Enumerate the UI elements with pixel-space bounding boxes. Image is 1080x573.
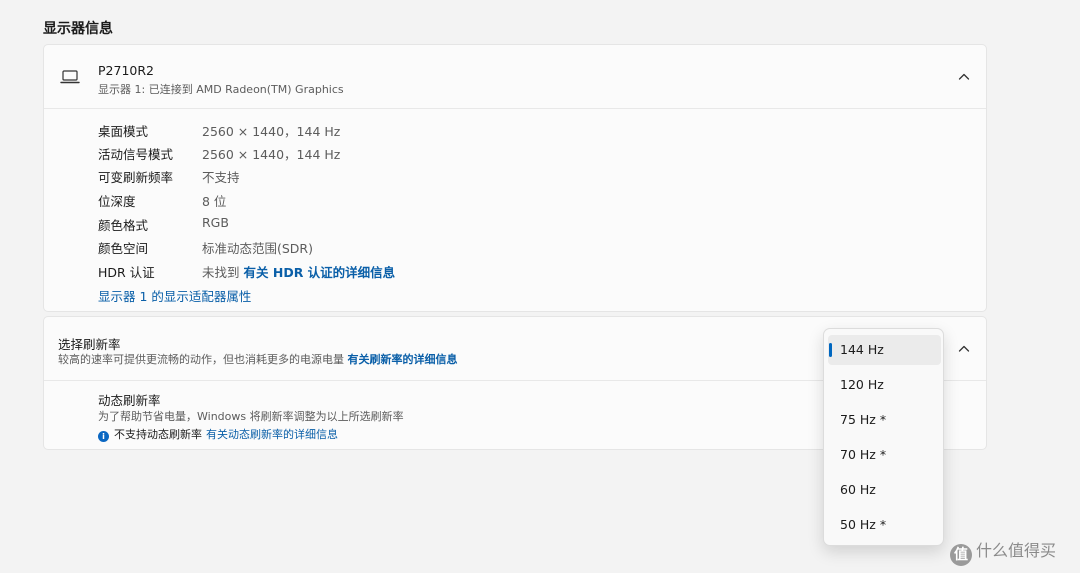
refresh-rate-dropdown[interactable]: 144 Hz 120 Hz 75 Hz * 70 Hz * 60 Hz 50 H… [823,328,944,546]
option-label: 50 Hz * [840,517,887,532]
info-label: HDR 认证 [98,265,155,280]
info-value: 2560 × 1440，144 Hz [202,147,341,162]
info-value: RGB [202,215,229,230]
option-label: 120 Hz [840,377,884,392]
device-name: P2710R2 [98,63,154,78]
hdr-status: 未找到 [202,265,240,280]
watermark-text: 什么值得买 [976,541,1057,560]
dynamic-refresh-subtitle: 为了帮助节省电量，Windows 将刷新率调整为以上所选刷新率 [98,410,404,423]
refresh-rate-details-link[interactable]: 有关刷新率的详细信息 [348,353,458,366]
refresh-option-120[interactable]: 120 Hz [828,370,941,400]
option-label: 70 Hz * [840,447,887,462]
selection-indicator [829,343,832,357]
info-value: 2560 × 1440，144 Hz [202,124,341,139]
info-label: 活动信号模式 [98,147,174,162]
laptop-monitor-icon [60,70,80,84]
refresh-option-50[interactable]: 50 Hz * [828,510,941,540]
refresh-rate-desc: 较高的速率可提供更流畅的动作，但也消耗更多的电源电量 [58,353,344,366]
adapter-properties-link[interactable]: 显示器 1 的显示适配器属性 [98,286,251,305]
info-label: 颜色格式 [98,218,149,233]
option-label: 144 Hz [840,342,884,357]
info-value: 不支持 [202,170,240,185]
refresh-rate-subtitle: 较高的速率可提供更流畅的动作，但也消耗更多的电源电量 有关刷新率的详细信息 [58,351,458,367]
info-value: 标准动态范围(SDR) [202,241,313,256]
chevron-up-icon[interactable] [956,341,972,357]
info-label: 桌面模式 [98,124,149,139]
info-icon: i [98,431,109,442]
dynamic-unsupported-text: 不支持动态刷新率 [114,428,202,441]
section-title: 显示器信息 [43,21,113,37]
chevron-up-icon[interactable] [956,69,972,85]
refresh-option-75[interactable]: 75 Hz * [828,405,941,435]
info-label: 可变刷新频率 [98,170,174,185]
info-value: 未找到 有关 HDR 认证的详细信息 [202,262,395,281]
watermark-logo-icon: 值 [950,544,972,566]
info-value: 8 位 [202,194,227,209]
dynamic-refresh-details-link[interactable]: 有关动态刷新率的详细信息 [206,428,338,441]
info-label: 颜色空间 [98,241,149,256]
info-label: 位深度 [98,194,136,209]
watermark: 值什么值得买 [950,537,1056,566]
hdr-details-link[interactable]: 有关 HDR 认证的详细信息 [244,265,396,280]
device-subtitle: 显示器 1: 已连接到 AMD Radeon(TM) Graphics [98,83,344,96]
display-card-header[interactable]: P2710R2 显示器 1: 已连接到 AMD Radeon(TM) Graph… [44,45,986,109]
refresh-option-144[interactable]: 144 Hz [828,335,941,365]
refresh-option-60[interactable]: 60 Hz [828,475,941,505]
display-info-card: P2710R2 显示器 1: 已连接到 AMD Radeon(TM) Graph… [43,44,987,312]
refresh-option-70[interactable]: 70 Hz * [828,440,941,470]
dynamic-refresh-note: i 不支持动态刷新率 有关动态刷新率的详细信息 [98,426,338,442]
option-label: 60 Hz [840,482,876,497]
dynamic-refresh-title: 动态刷新率 [98,393,161,408]
option-label: 75 Hz * [840,412,887,427]
